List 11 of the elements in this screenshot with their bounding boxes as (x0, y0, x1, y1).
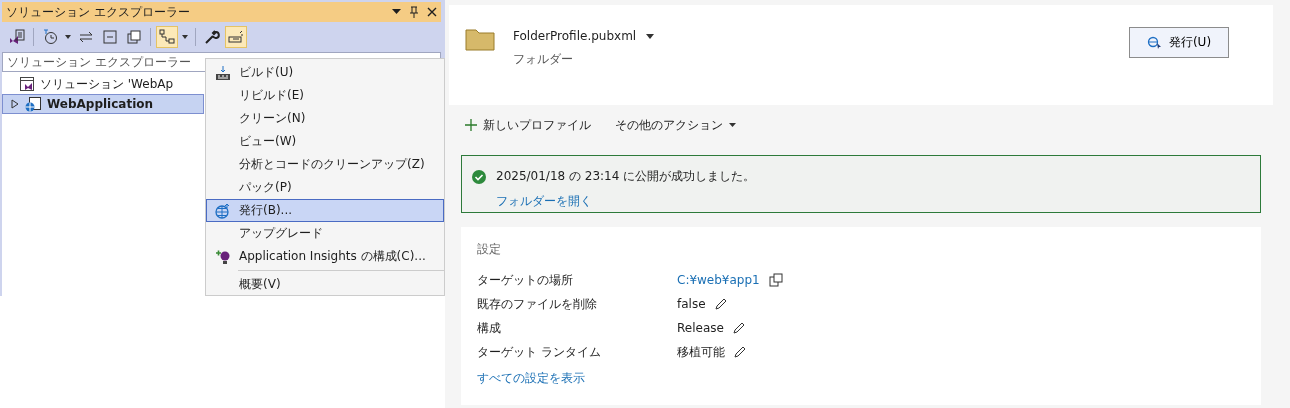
setting-value: false (677, 297, 706, 311)
success-message: 2025/01/18 の 23:14 に公開が成功しました。 (496, 168, 756, 185)
setting-label: 既存のファイルを削除 (477, 295, 598, 313)
setting-label: ターゲット ランタイム (477, 343, 602, 361)
profile-type: フォルダー (513, 51, 574, 68)
section-title: 設定 (477, 241, 502, 258)
setting-value: Release (677, 321, 724, 335)
setting-label: 構成 (477, 319, 502, 337)
panel-title: ソリューション エクスプローラー (6, 3, 190, 21)
setting-label: ターゲットの場所 (477, 271, 574, 289)
setting-value: 移植可能 (677, 343, 725, 361)
